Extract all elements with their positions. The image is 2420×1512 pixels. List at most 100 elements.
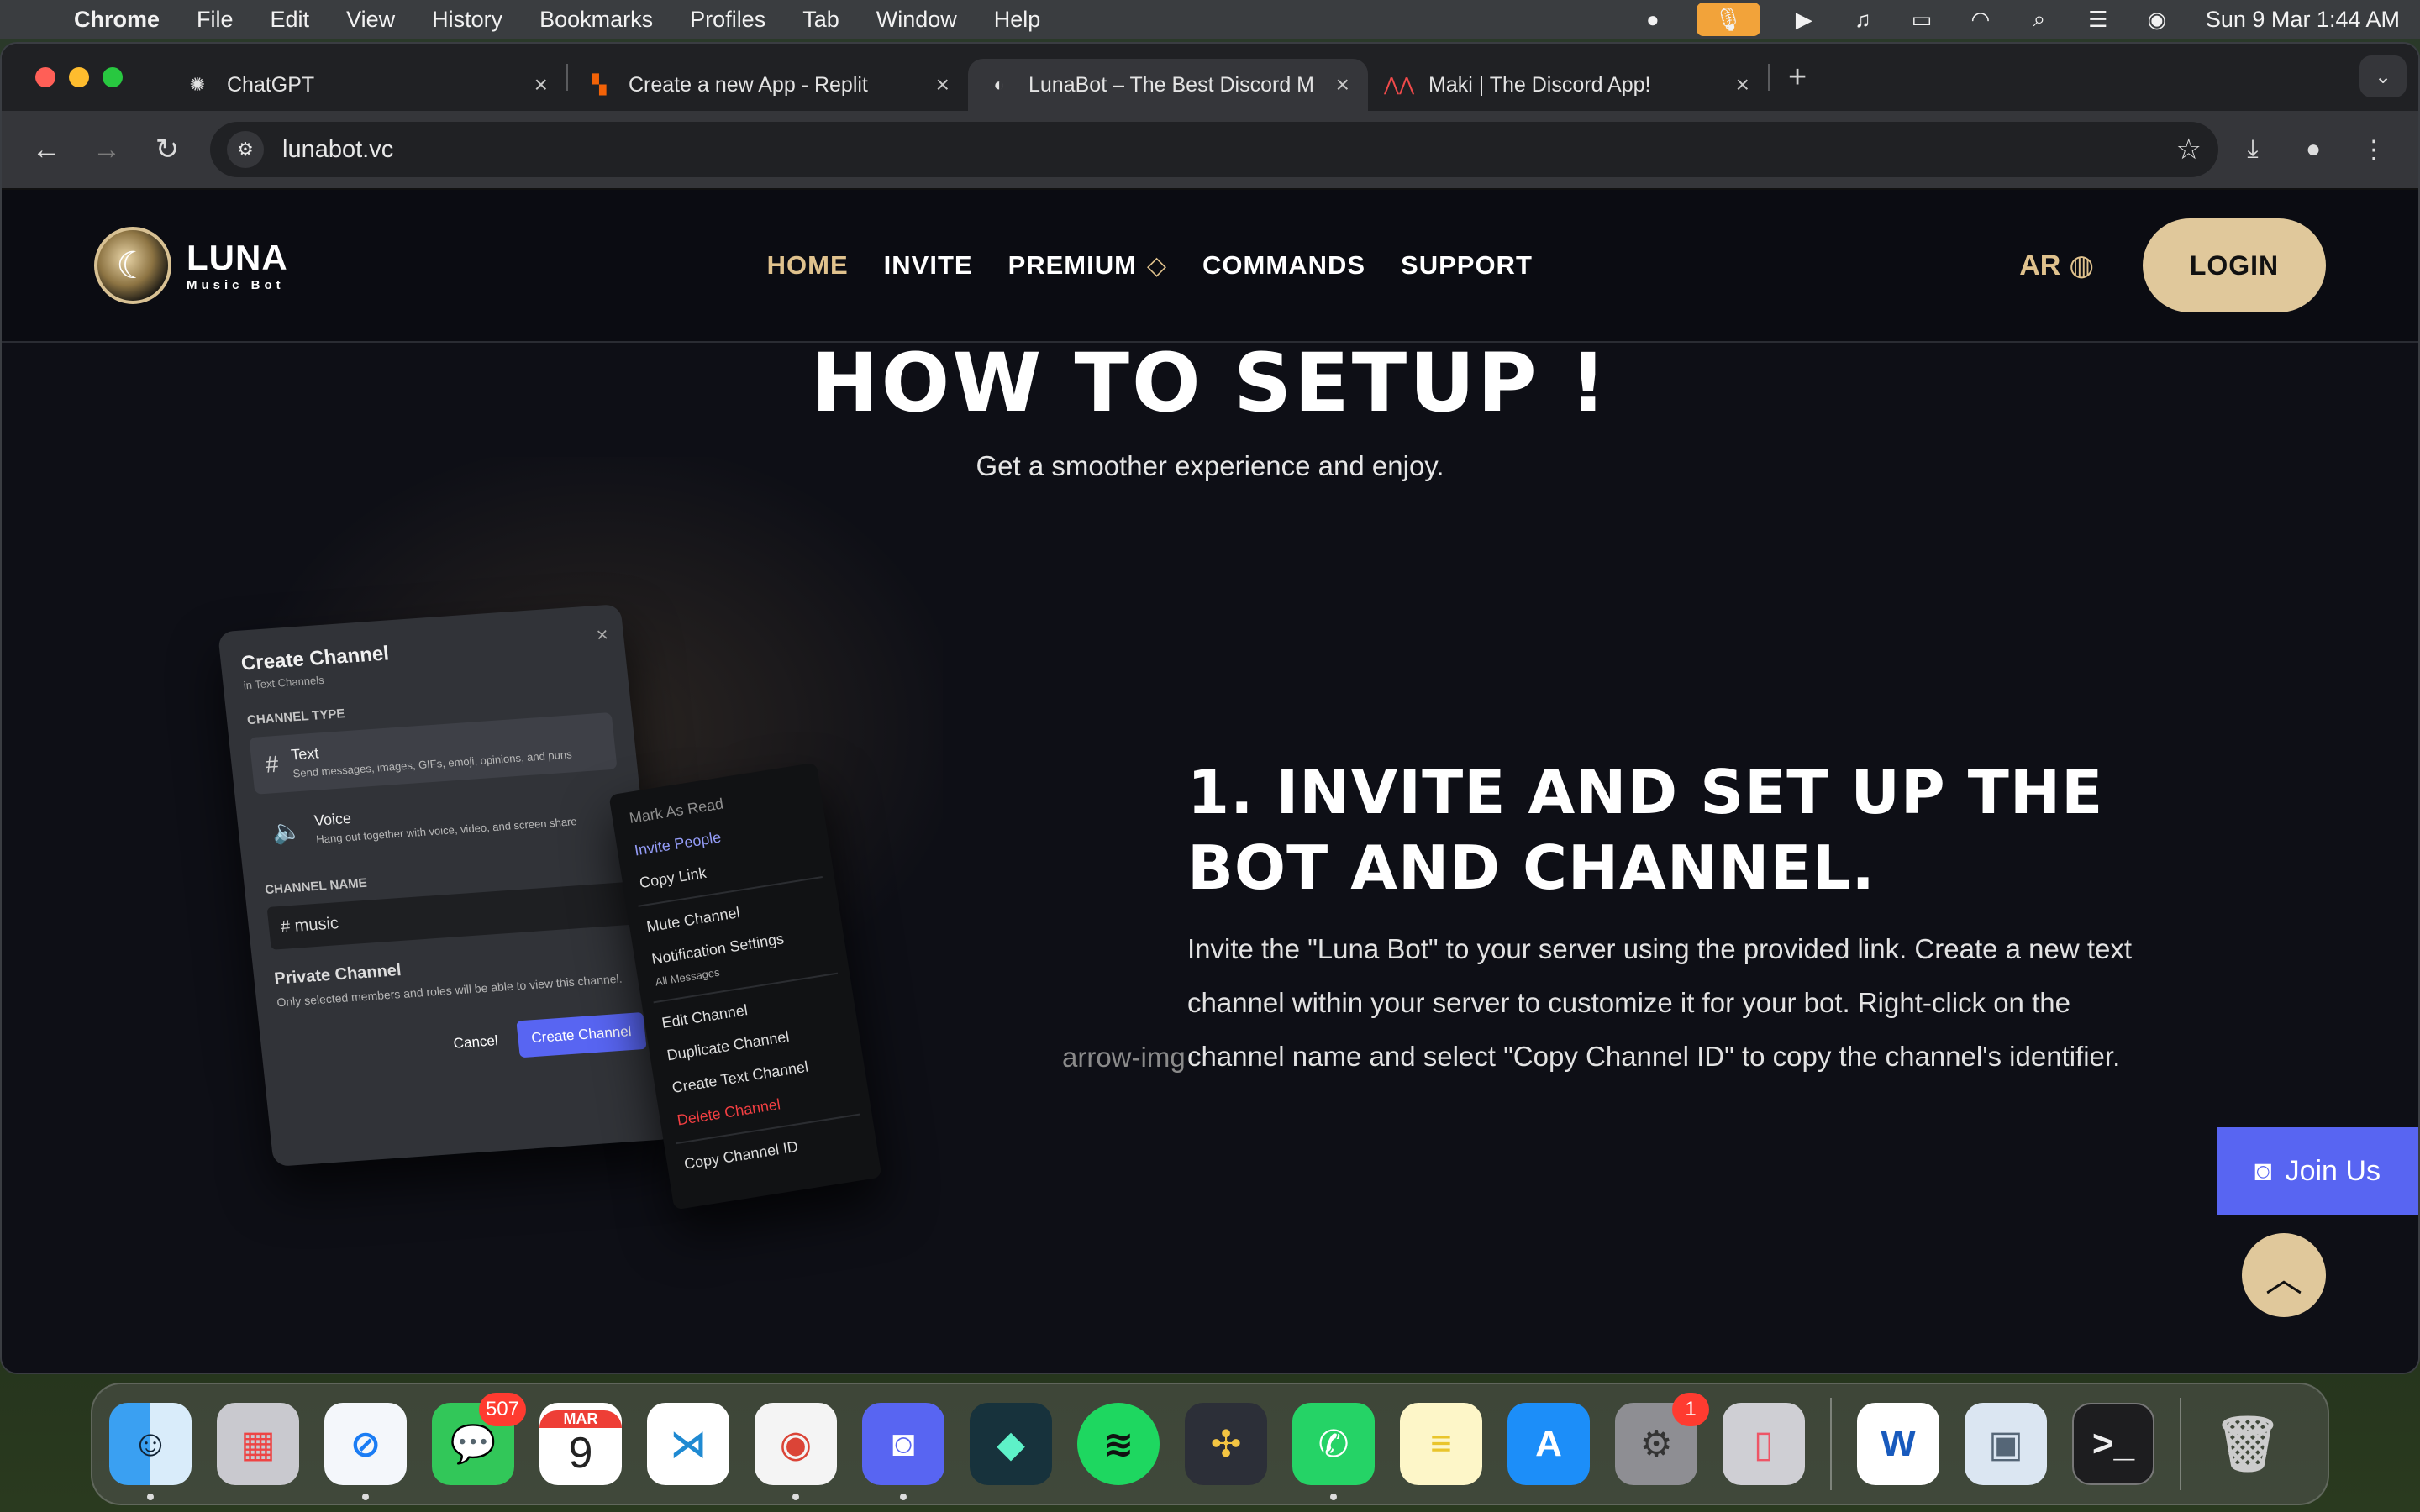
login-button[interactable]: LOGIN [2143, 218, 2326, 312]
discord-app-icon[interactable]: ◙ [862, 1403, 944, 1500]
finder-icon[interactable]: ☺ [109, 1403, 192, 1500]
control-center-icon[interactable]: ☰ [2083, 7, 2113, 32]
nav-invite[interactable]: INVITE [884, 250, 973, 281]
lunabot-icon: ◐ [993, 74, 1005, 95]
reload-icon[interactable]: ↻ [141, 123, 193, 176]
nav-home[interactable]: HOME [767, 250, 849, 281]
nav-commands[interactable]: COMMANDS [1202, 250, 1365, 281]
davinci-resolve-icon[interactable]: ✣ [1185, 1403, 1267, 1485]
preview-icon[interactable]: ▣ [1965, 1403, 2047, 1485]
system-settings-icon[interactable]: ⚙ 1 [1615, 1393, 1709, 1485]
play-icon[interactable]: ▶ [1789, 7, 1819, 32]
scroll-to-top-button[interactable]: ︿ [2242, 1233, 2326, 1317]
nav-premium-label: PREMIUM [1007, 250, 1137, 280]
globe-icon: ◍ [2069, 249, 2094, 281]
main-nav: HOME INVITE PREMIUM ◇ COMMANDS SUPPORT [767, 250, 1533, 281]
close-tab-icon[interactable]: × [936, 71, 950, 98]
tab-replit[interactable]: ▚ Create a new App - Replit × [568, 59, 968, 111]
tab-chatgpt[interactable]: ✺ ChatGPT × [166, 59, 566, 111]
more-menu-icon[interactable]: ⋮ [2348, 123, 2400, 176]
menu-view[interactable]: View [346, 7, 395, 33]
battery-icon[interactable]: ▭ [1907, 7, 1937, 32]
siri-icon[interactable]: ◉ [2142, 7, 2172, 32]
logo-name: LUNA [187, 237, 288, 277]
site-logo[interactable]: ☾ LUNA Music Bot [94, 227, 288, 304]
menu-tab[interactable]: Tab [802, 7, 839, 33]
running-indicator [900, 1494, 907, 1500]
close-tab-icon[interactable]: × [534, 71, 548, 98]
voice-option: 🔈 Voice Hang out together with voice, vi… [256, 780, 624, 862]
menu-window[interactable]: Window [876, 7, 957, 33]
running-indicator [1330, 1494, 1337, 1500]
chrome-icon[interactable]: ◉ [755, 1403, 837, 1500]
logo-text: LUNA Music Bot [187, 237, 288, 291]
menu-history[interactable]: History [432, 7, 502, 33]
calendar-icon[interactable]: MAR 9 [539, 1403, 622, 1485]
close-tab-icon[interactable]: × [1336, 71, 1349, 98]
menu-edit[interactable]: Edit [271, 7, 310, 33]
minimize-window-button[interactable] [69, 67, 89, 87]
language-switcher[interactable]: AR ◍ [2019, 249, 2094, 282]
record-icon[interactable]: ● [1638, 7, 1668, 32]
menu-bookmarks[interactable]: Bookmarks [539, 7, 653, 33]
safari-icon[interactable]: ⊘ [324, 1403, 407, 1500]
dialog-create: Create Channel [516, 1012, 647, 1058]
running-indicator [362, 1494, 369, 1500]
menu-profiles[interactable]: Profiles [690, 7, 765, 33]
terminal-icon[interactable]: >_ [2072, 1403, 2154, 1485]
menu-help[interactable]: Help [994, 7, 1041, 33]
step-title: 1. INVITE AND SET UP THE BOT AND CHANNEL… [1187, 757, 2104, 903]
launchpad-icon[interactable]: ▦ [217, 1403, 299, 1485]
close-window-button[interactable] [35, 67, 55, 87]
nav-support[interactable]: SUPPORT [1401, 250, 1533, 281]
dialog-cancel: Cancel [452, 1032, 499, 1052]
download-icon[interactable]: ⤓ [2227, 123, 2279, 176]
luna-logo-icon: ☾ [94, 227, 171, 304]
running-indicator [792, 1494, 799, 1500]
vscode-icon[interactable]: ⋊ [647, 1403, 729, 1485]
address-bar[interactable]: ⚙ lunabot.vc ☆ [210, 122, 2218, 177]
web-page: ☾ LUNA Music Bot HOME INVITE PREMIUM ◇ C… [2, 190, 2418, 1373]
profile-icon[interactable]: ● [2287, 123, 2339, 176]
messages-icon[interactable]: 💬 507 [432, 1393, 526, 1485]
join-us-button[interactable]: ◙ Join Us [2217, 1127, 2418, 1215]
tab-lunabot[interactable]: ◐ LunaBot – The Best Discord M × [968, 59, 1368, 111]
url-text[interactable]: lunabot.vc [282, 136, 393, 164]
spotlight-search-icon[interactable]: ⌕ [2024, 6, 2054, 32]
replit-icon: ▚ [592, 74, 607, 95]
text-option: # Text Send messages, images, GIFs, emoj… [249, 711, 618, 795]
app-store-icon[interactable]: A [1507, 1403, 1590, 1485]
close-tab-icon[interactable]: × [1736, 71, 1749, 98]
section-title: HOW TO SETUP ! [811, 336, 1609, 430]
spotify-icon[interactable]: ≋ [1077, 1403, 1160, 1485]
discord-icon: ◙ [2254, 1154, 2272, 1187]
nav-premium[interactable]: PREMIUM ◇ [1008, 250, 1167, 281]
tab-search-button[interactable]: ⌄ [2360, 55, 2407, 97]
filmora-icon[interactable]: ◆ [970, 1403, 1052, 1485]
trash-icon[interactable]: 🗑 [2207, 1403, 2289, 1485]
notes-icon[interactable]: ≡ [1400, 1403, 1482, 1485]
airpods-icon[interactable]: ♫ [1848, 7, 1878, 32]
step-description: Invite the "Luna Bot" to your server usi… [1187, 933, 2133, 1072]
speaker-icon: 🔈 [271, 816, 303, 845]
bookmark-star-icon[interactable]: ☆ [2176, 133, 2202, 166]
tab-maki[interactable]: ⋀⋀ Maki | The Discord App! × [1368, 59, 1768, 111]
menu-clock[interactable]: Sun 9 Mar 1:44 AM [2206, 7, 2400, 33]
chatgpt-icon: ✺ [189, 74, 206, 95]
browser-toolbar: ← → ↻ ⚙ lunabot.vc ☆ ⤓ ● ⋮ [2, 111, 2418, 190]
back-arrow-icon[interactable]: ← [20, 123, 72, 176]
new-tab-button[interactable]: + [1788, 60, 1807, 96]
site-info-icon[interactable]: ⚙ [227, 131, 264, 168]
browser-window: ✺ ChatGPT × ▚ Create a new App - Replit … [0, 42, 2420, 1374]
iphone-mirroring-icon[interactable]: ▯ [1723, 1403, 1805, 1485]
fullscreen-window-button[interactable] [103, 67, 123, 87]
join-us-label: Join Us [2285, 1154, 2381, 1187]
wifi-icon[interactable]: ◠ [1965, 7, 1996, 32]
microphone-icon[interactable]: 🎙 [1696, 3, 1760, 36]
forward-arrow-icon[interactable]: → [81, 123, 133, 176]
menu-app-name[interactable]: Chrome [74, 7, 160, 33]
word-icon[interactable]: W [1857, 1403, 1939, 1485]
create-channel-dialog: Create Channel in Text Channels × CHANNE… [217, 604, 677, 1167]
menu-file[interactable]: File [197, 7, 234, 33]
whatsapp-icon[interactable]: ✆ [1292, 1403, 1375, 1500]
